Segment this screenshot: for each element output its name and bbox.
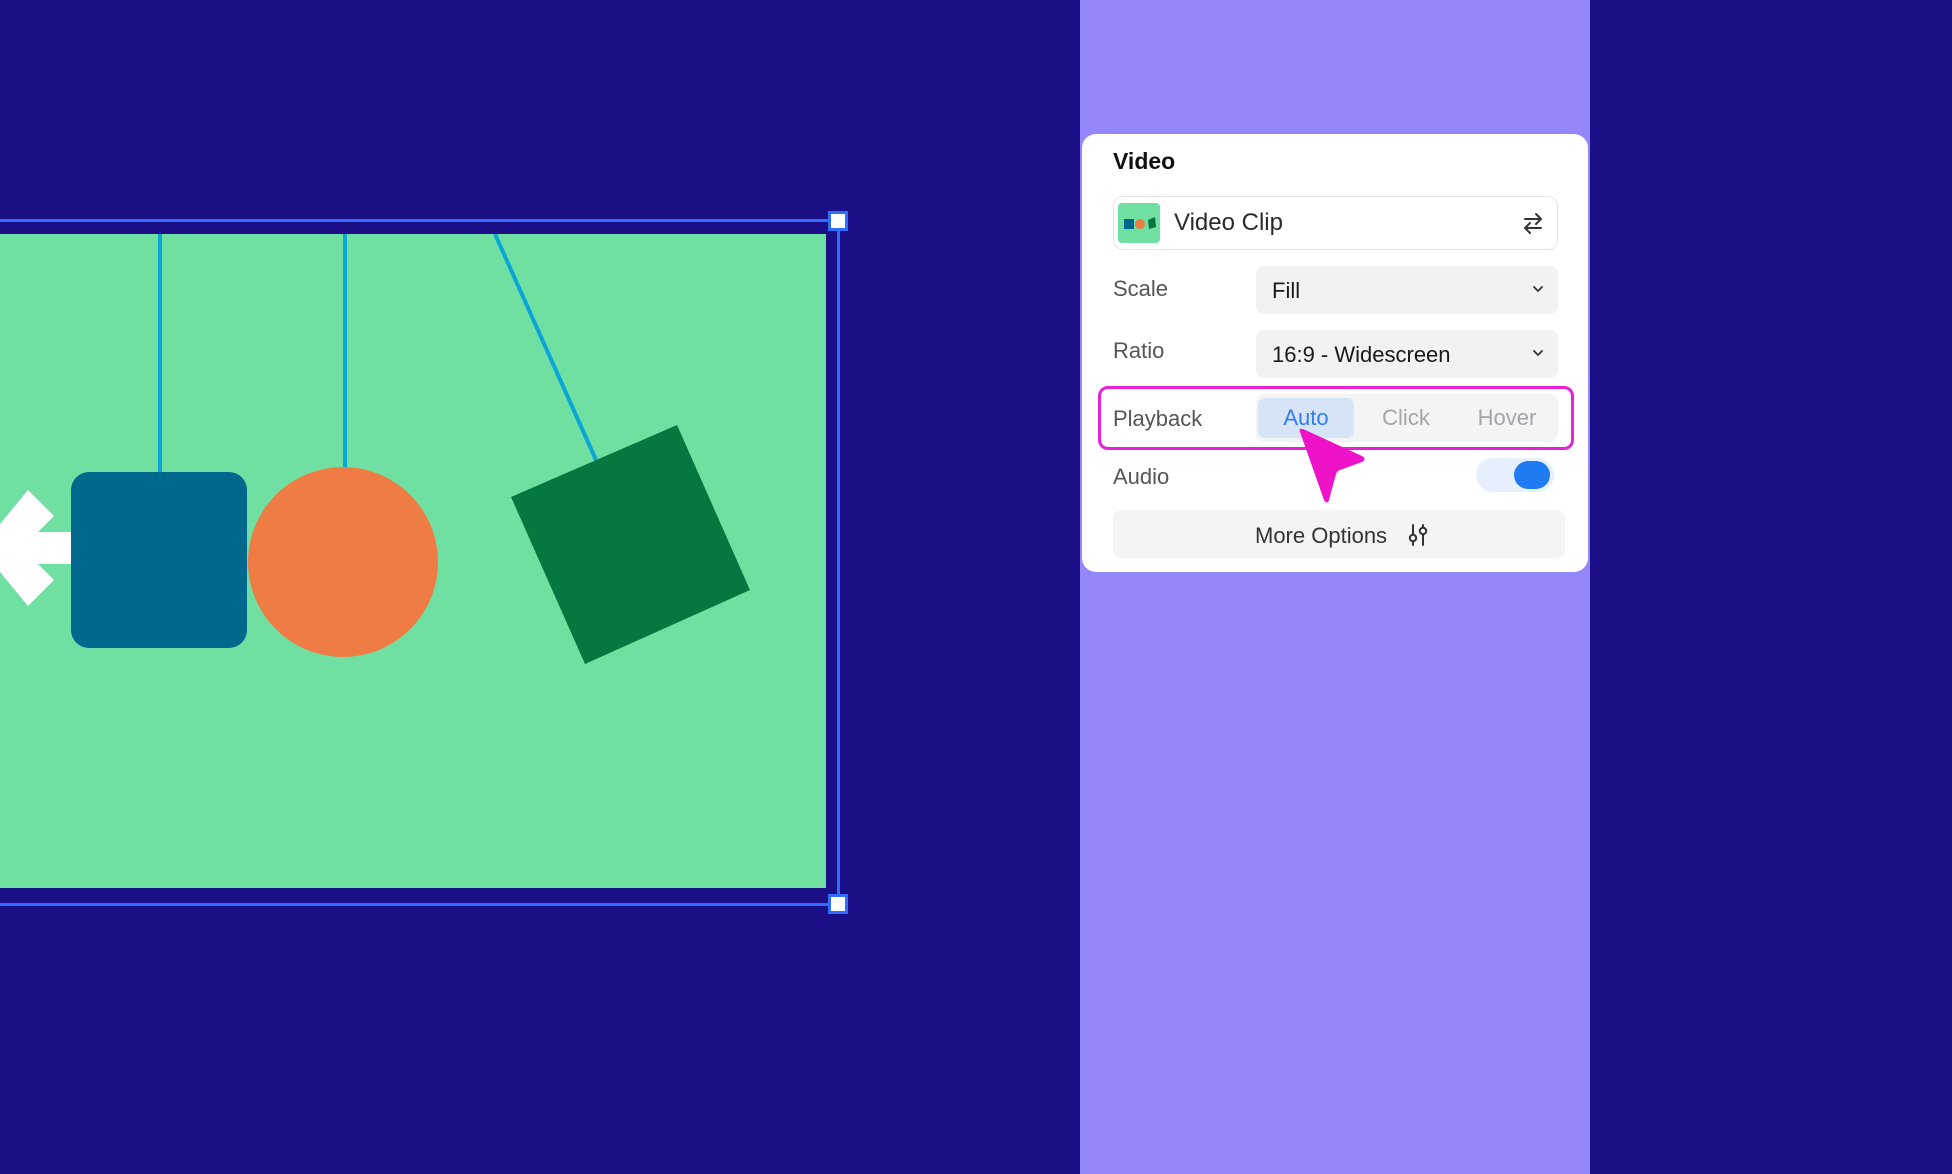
more-options-button[interactable]: More Options — [1113, 510, 1565, 558]
ratio-select[interactable]: 16:9 - Widescreen — [1256, 330, 1558, 378]
video-content-illustration — [0, 234, 750, 664]
scale-value: Fill — [1272, 278, 1301, 303]
scale-label: Scale — [1113, 276, 1169, 301]
swap-icon[interactable] — [1519, 209, 1547, 237]
selection-top-edge — [0, 219, 838, 222]
video-clip-label: Video Clip — [1174, 209, 1283, 236]
scale-select[interactable]: Fill — [1256, 266, 1558, 314]
audio-label: Audio — [1113, 464, 1170, 489]
video-frame[interactable] — [0, 234, 826, 888]
audio-toggle[interactable] — [1476, 458, 1554, 492]
ratio-value: 16:9 - Widescreen — [1272, 342, 1451, 367]
ratio-label: Ratio — [1113, 338, 1165, 363]
sliders-icon — [1408, 524, 1428, 546]
resize-handle-bottom-right[interactable] — [828, 894, 848, 914]
chevron-down-icon — [1533, 286, 1543, 293]
resize-handle-top-right[interactable] — [828, 211, 848, 231]
cursor-icon — [1299, 428, 1365, 503]
video-clip-selector[interactable]: Video Clip — [1113, 196, 1558, 250]
video-properties-panel: Video Video Clip Scale Fill Ratio 16:9 -… — [1082, 134, 1588, 572]
panel-title: Video — [1113, 148, 1176, 174]
selection-right-edge — [837, 219, 840, 906]
video-thumbnail-icon — [1118, 203, 1160, 243]
selection-bottom-edge — [0, 903, 838, 906]
chevron-down-icon — [1533, 350, 1543, 357]
toggle-knob — [1514, 461, 1550, 489]
more-options-label: More Options — [1255, 523, 1388, 548]
